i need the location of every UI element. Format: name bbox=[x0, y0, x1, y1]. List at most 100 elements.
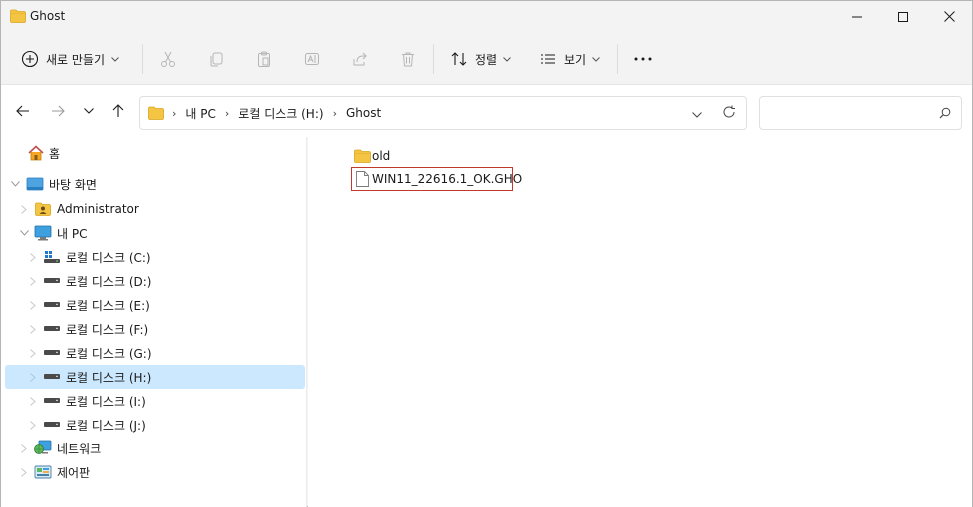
desktop-icon bbox=[26, 176, 44, 192]
nav-item-control-panel[interactable]: 제어판 bbox=[5, 460, 305, 484]
chevron-down-icon bbox=[111, 56, 119, 62]
refresh-button[interactable] bbox=[722, 105, 736, 122]
sort-button-label: 정렬 bbox=[475, 52, 498, 67]
user-folder-icon bbox=[34, 201, 52, 217]
breadcrumb: › 내 PC › 로컬 디스크 (H:) › Ghost bbox=[148, 97, 381, 129]
drive-icon bbox=[43, 345, 61, 361]
rename-icon bbox=[305, 53, 319, 65]
nav-item-administrator[interactable]: Administrator bbox=[5, 197, 305, 221]
drive-icon bbox=[43, 369, 61, 385]
navigation-pane: 홈 바탕 화면 Administrator 내 PC 로컬 디스크 (C:) 로… bbox=[1, 137, 307, 507]
chevron-right-icon[interactable] bbox=[18, 442, 30, 454]
maximize-icon bbox=[898, 11, 908, 22]
minimize-button[interactable] bbox=[834, 1, 880, 32]
chevron-right-icon[interactable] bbox=[27, 299, 39, 311]
search-box[interactable] bbox=[759, 96, 962, 130]
chevron-right-icon[interactable] bbox=[27, 371, 39, 383]
breadcrumb-separator[interactable]: › bbox=[333, 107, 337, 120]
maximize-button[interactable] bbox=[880, 1, 926, 32]
up-button[interactable] bbox=[108, 101, 128, 121]
chevron-down-icon bbox=[503, 56, 511, 62]
new-button-label: 새로 만들기 bbox=[46, 52, 106, 67]
file-name: old bbox=[372, 149, 391, 163]
chevron-down-icon[interactable] bbox=[18, 227, 30, 239]
list-item[interactable]: old bbox=[353, 145, 390, 167]
nav-item-drive-h[interactable]: 로컬 디스크 (H:) bbox=[5, 365, 305, 389]
close-icon bbox=[943, 11, 955, 22]
scissors-icon bbox=[161, 51, 175, 67]
nav-item-label: Administrator bbox=[57, 202, 139, 216]
drive-icon bbox=[43, 417, 61, 433]
breadcrumb-item-drive[interactable]: 로컬 디스크 (H:) bbox=[238, 105, 323, 122]
explorer-window: Ghost 새로 만들기 정렬 보기 › 내 PC › 로컬 디스크 (H:) … bbox=[0, 0, 973, 507]
share-button[interactable] bbox=[351, 44, 369, 74]
list-view-icon bbox=[541, 54, 555, 64]
nav-item-drive-c[interactable]: 로컬 디스크 (C:) bbox=[5, 245, 305, 269]
nav-item-this-pc[interactable]: 내 PC bbox=[5, 221, 305, 245]
paste-button[interactable] bbox=[255, 44, 273, 74]
nav-item-desktop[interactable]: 바탕 화면 bbox=[5, 172, 305, 196]
trash-icon bbox=[402, 52, 414, 67]
chevron-down-icon bbox=[84, 108, 94, 114]
nav-item-network[interactable]: 네트워크 bbox=[5, 436, 305, 460]
address-bar[interactable]: › 내 PC › 로컬 디스크 (H:) › Ghost bbox=[139, 96, 747, 130]
chevron-right-icon[interactable] bbox=[18, 466, 30, 478]
breadcrumb-item-pc[interactable]: 내 PC bbox=[185, 105, 215, 122]
share-icon bbox=[353, 52, 367, 66]
chevron-right-icon[interactable] bbox=[27, 251, 39, 263]
rename-button[interactable] bbox=[303, 44, 321, 74]
chevron-right-icon[interactable] bbox=[27, 323, 39, 335]
nav-item-label: 로컬 디스크 (F:) bbox=[66, 322, 149, 337]
search-input[interactable] bbox=[768, 104, 928, 122]
network-icon bbox=[34, 440, 52, 456]
back-button[interactable] bbox=[13, 101, 33, 121]
more-options-button[interactable] bbox=[633, 44, 653, 74]
chevron-right-icon[interactable] bbox=[27, 275, 39, 287]
list-item[interactable]: WIN11_22616.1_OK.GHO bbox=[351, 167, 522, 191]
chevron-right-icon[interactable] bbox=[27, 347, 39, 359]
new-button[interactable]: 새로 만들기 bbox=[21, 44, 119, 74]
nav-item-drive-j[interactable]: 로컬 디스크 (J:) bbox=[5, 413, 305, 437]
chevron-right-icon[interactable] bbox=[18, 203, 30, 215]
cut-button[interactable] bbox=[159, 44, 177, 74]
chevron-right-icon[interactable] bbox=[27, 395, 39, 407]
arrow-up-icon bbox=[112, 104, 124, 117]
drive-icon bbox=[43, 393, 61, 409]
nav-item-drive-i[interactable]: 로컬 디스크 (I:) bbox=[5, 389, 305, 413]
nav-item-label: 로컬 디스크 (I:) bbox=[66, 394, 146, 409]
file-name: WIN11_22616.1_OK.GHO bbox=[372, 172, 523, 186]
nav-item-drive-e[interactable]: 로컬 디스크 (E:) bbox=[5, 293, 305, 317]
breadcrumb-item-folder[interactable]: Ghost bbox=[346, 106, 381, 120]
search-icon[interactable] bbox=[939, 107, 951, 122]
sort-button[interactable]: 정렬 bbox=[450, 44, 511, 74]
chevron-down-icon[interactable] bbox=[9, 178, 21, 190]
arrow-right-icon bbox=[52, 105, 65, 117]
delete-button[interactable] bbox=[399, 44, 417, 74]
nav-item-drive-d[interactable]: 로컬 디스크 (D:) bbox=[5, 269, 305, 293]
recent-locations-button[interactable] bbox=[79, 101, 99, 121]
folder-icon bbox=[353, 148, 371, 164]
chevron-right-icon[interactable] bbox=[27, 419, 39, 431]
breadcrumb-separator[interactable]: › bbox=[225, 107, 229, 120]
forward-button[interactable] bbox=[48, 101, 68, 121]
title-bar[interactable]: Ghost bbox=[1, 1, 972, 32]
nav-item-drive-g[interactable]: 로컬 디스크 (G:) bbox=[5, 341, 305, 365]
nav-item-label: 네트워크 bbox=[57, 441, 102, 456]
nav-item-label: 바탕 화면 bbox=[49, 177, 97, 192]
folder-icon bbox=[10, 9, 26, 26]
drive-icon bbox=[43, 273, 61, 289]
control-panel-icon bbox=[34, 464, 52, 480]
nav-item-home[interactable]: 홈 bbox=[5, 141, 305, 165]
nav-item-label: 로컬 디스크 (G:) bbox=[66, 346, 152, 361]
close-button[interactable] bbox=[926, 1, 972, 32]
command-bar: 새로 만들기 정렬 보기 bbox=[1, 32, 972, 85]
copy-button[interactable] bbox=[207, 44, 225, 74]
nav-item-drive-f[interactable]: 로컬 디스크 (F:) bbox=[5, 317, 305, 341]
breadcrumb-separator: › bbox=[172, 106, 177, 120]
nav-item-label: 홈 bbox=[49, 146, 61, 161]
nav-item-label: 제어판 bbox=[57, 465, 91, 480]
file-list: old WIN11_22616.1_OK.GHO bbox=[308, 137, 972, 507]
address-history-button[interactable] bbox=[692, 107, 702, 121]
view-button[interactable]: 보기 bbox=[539, 44, 600, 74]
arrow-left-icon bbox=[16, 105, 29, 117]
